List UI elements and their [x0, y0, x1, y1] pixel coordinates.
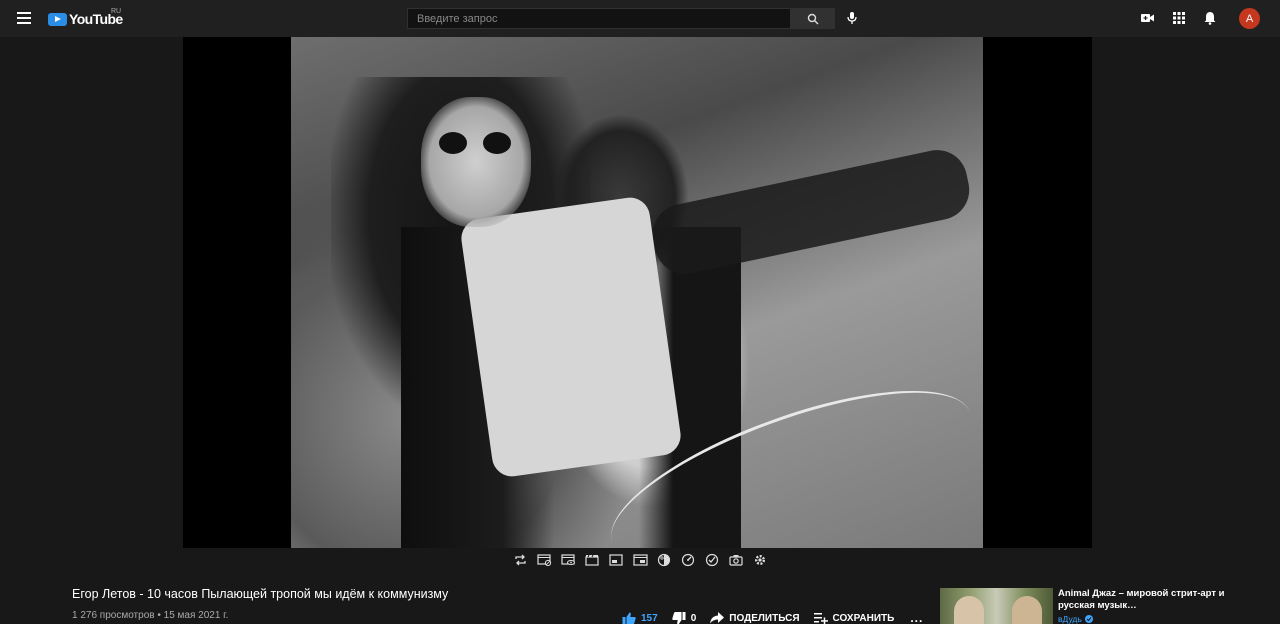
video-still-glasses — [439, 132, 519, 154]
mini-player-icon[interactable] — [632, 552, 648, 568]
video-player[interactable] — [183, 37, 1092, 548]
dislike-button[interactable]: 0 — [671, 611, 697, 624]
video-meta: 1 276 просмотров • 15 мая 2021 г. — [72, 610, 229, 621]
thumbs-down-icon — [671, 611, 686, 624]
channel-name: вДудь — [1058, 614, 1082, 624]
window-icon[interactable] — [608, 552, 624, 568]
audio-icon[interactable] — [704, 552, 720, 568]
dislike-count: 0 — [690, 612, 697, 624]
share-icon — [710, 612, 725, 624]
filters-icon[interactable] — [656, 552, 672, 568]
recommended-title[interactable]: Animal Джаz – мировой стрит-арт и русска… — [1058, 588, 1238, 612]
video-title: Егор Летов - 10 часов Пылающей тропой мы… — [72, 587, 449, 601]
clapperboard-icon[interactable] — [584, 552, 600, 568]
apps-icon — [1173, 12, 1185, 24]
verified-icon — [1084, 615, 1093, 623]
search-input[interactable] — [408, 9, 790, 29]
save-label: СОХРАНИТЬ — [832, 612, 895, 624]
video-still-shirt — [458, 195, 684, 479]
like-button[interactable]: 157 — [622, 612, 658, 624]
playlist-add-icon — [813, 613, 828, 624]
apps-button[interactable] — [1171, 10, 1187, 26]
top-bar: YouTube RU A — [0, 0, 1280, 37]
menu-icon[interactable] — [14, 9, 34, 29]
save-button[interactable]: СОХРАНИТЬ — [813, 612, 895, 624]
thumbnail-person-left — [954, 596, 984, 624]
logo-region: RU — [111, 8, 122, 15]
mic-icon — [847, 12, 857, 24]
recommended-thumbnail[interactable] — [940, 588, 1053, 624]
video-actions: 157 0 ПОДЕЛИТЬСЯ СОХРАНИТЬ ... — [622, 610, 937, 624]
settings-icon[interactable] — [752, 552, 768, 568]
speed-icon[interactable] — [680, 552, 696, 568]
create-video-button[interactable] — [1139, 10, 1155, 26]
video-frame[interactable] — [291, 37, 983, 548]
search-button[interactable] — [791, 8, 835, 29]
more-actions-button[interactable]: ... — [910, 611, 923, 624]
youtube-logo[interactable]: YouTube RU — [48, 8, 123, 28]
notifications-icon — [1204, 12, 1216, 25]
youtube-play-icon — [48, 12, 67, 26]
notifications-button[interactable] — [1202, 10, 1218, 26]
thumbs-up-icon — [622, 612, 636, 624]
recommended-video[interactable]: Animal Джаz – мировой стрит-арт и русска… — [940, 588, 1240, 624]
camera-icon[interactable] — [728, 552, 744, 568]
mic-button[interactable] — [843, 9, 861, 27]
like-count: 157 — [641, 612, 658, 624]
loop-icon[interactable] — [512, 552, 528, 568]
share-button[interactable]: ПОДЕЛИТЬСЯ — [710, 612, 800, 624]
search-icon — [807, 13, 819, 24]
recommended-channel[interactable]: вДудь — [1058, 614, 1093, 624]
video-still-arm — [647, 144, 975, 280]
create-video-icon — [1140, 14, 1154, 22]
player-toolbar — [512, 552, 768, 568]
more-icon: ... — [910, 611, 924, 624]
thumbnail-person-right — [1012, 596, 1042, 624]
share-label: ПОДЕЛИТЬСЯ — [729, 612, 800, 624]
cinema-icon[interactable] — [560, 552, 576, 568]
avatar[interactable]: A — [1239, 8, 1260, 29]
screenshot-off-icon[interactable] — [536, 552, 552, 568]
video-still-face — [421, 97, 531, 227]
search-box — [407, 8, 791, 29]
